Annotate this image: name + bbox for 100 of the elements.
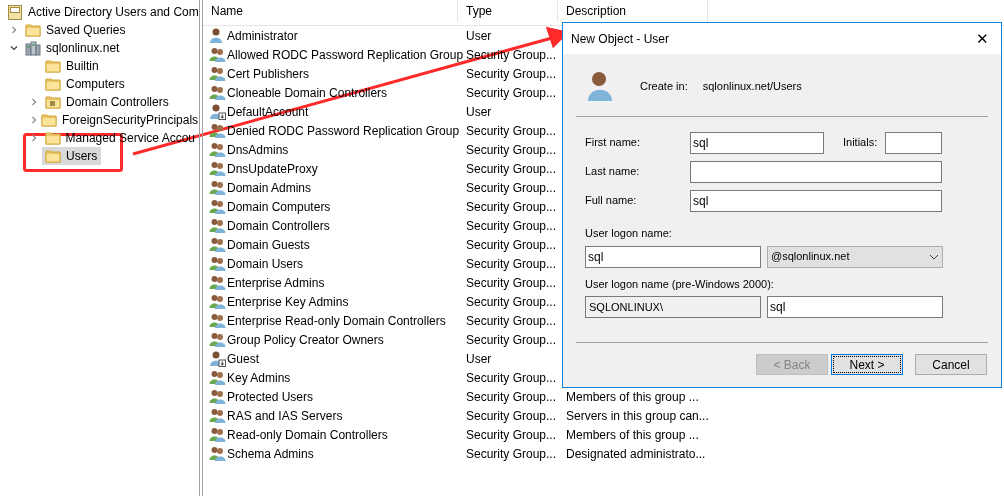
description-cell: Members of this group ... — [566, 427, 699, 442]
user-with-arrow-icon — [209, 103, 226, 120]
user-group-icon — [209, 313, 226, 328]
user-group-icon — [209, 256, 226, 271]
folder-icon — [45, 149, 61, 163]
dialog-title: New Object - User — [571, 30, 670, 48]
name-cell[interactable]: Enterprise Admins — [227, 273, 325, 292]
user-group-icon — [209, 199, 226, 214]
name-cell[interactable]: Enterprise Key Admins — [227, 292, 349, 311]
type-cell: Security Group... — [466, 66, 557, 81]
type-cell: Security Group... — [466, 370, 557, 385]
name-cell[interactable]: Domain Computers — [227, 197, 331, 216]
type-cell: Security Group... — [466, 237, 557, 252]
user-group-icon — [209, 85, 226, 100]
type-cell: User — [466, 104, 492, 119]
type-cell: Security Group... — [466, 218, 557, 233]
logon-name-field[interactable]: sql — [585, 245, 761, 268]
folder-with-document-icon — [45, 95, 61, 109]
dialog-button[interactable]: Cancel — [915, 354, 987, 375]
type-cell: User — [466, 28, 492, 43]
user-group-icon — [209, 389, 226, 404]
name-cell[interactable]: Allowed RODC Password Replication Group — [227, 45, 464, 64]
user-group-icon — [209, 446, 226, 461]
type-cell: Security Group... — [466, 180, 557, 195]
name-cell[interactable]: Key Admins — [227, 368, 291, 387]
last-name-field[interactable] — [690, 160, 942, 183]
type-cell: Security Group... — [466, 161, 557, 176]
tree-item[interactable]: Saved Queries — [22, 21, 130, 39]
user-group-icon — [209, 142, 226, 157]
tree-item[interactable]: Builtin — [42, 57, 103, 75]
field-label: First name: — [585, 135, 641, 151]
tree-item-label: Users — [66, 148, 98, 165]
first-name-field[interactable]: sql — [690, 131, 824, 154]
name-cell[interactable]: Schema Admins — [227, 444, 314, 463]
name-cell[interactable]: Enterprise Read-only Domain Controllers — [227, 311, 446, 330]
folder-icon — [45, 59, 61, 73]
chevron-down-icon[interactable] — [10, 44, 18, 52]
name-cell[interactable]: Administrator — [227, 26, 298, 45]
folder-icon — [45, 77, 61, 91]
description-cell: Servers in this group can... — [566, 408, 709, 423]
chevron-right-icon[interactable] — [10, 26, 18, 34]
type-cell: Security Group... — [466, 275, 557, 290]
type-cell: Security Group... — [466, 446, 557, 461]
type-cell: Security Group... — [466, 256, 557, 271]
chevron-right-icon[interactable] — [30, 98, 38, 106]
field-label: Full name: — [585, 193, 638, 209]
tree-item-label: Builtin — [66, 58, 99, 75]
name-cell[interactable]: Domain Controllers — [227, 216, 330, 235]
domain-dropdown[interactable]: @sqlonlinux.net — [767, 245, 943, 268]
create-in-path: sqlonlinux.net/Users — [702, 78, 802, 94]
name-cell[interactable]: Cert Publishers — [227, 64, 310, 83]
column-header[interactable]: Type — [458, 0, 558, 22]
field-label: User logon name (pre-Windows 2000): — [585, 276, 775, 292]
create-in-label: Create in: — [640, 78, 688, 94]
name-cell[interactable]: Read-only Domain Controllers — [227, 425, 388, 444]
user-group-icon — [209, 408, 226, 423]
initials-field[interactable] — [885, 131, 942, 154]
name-cell[interactable]: Domain Users — [227, 254, 304, 273]
name-cell[interactable]: RAS and IAS Servers — [227, 406, 343, 425]
tree-item[interactable]: ForeignSecurityPrincipals — [38, 111, 199, 129]
pre-windows-logon-field[interactable]: sql — [767, 296, 943, 318]
chevron-down-icon — [929, 253, 939, 260]
name-cell[interactable]: Domain Guests — [227, 235, 310, 254]
name-cell[interactable]: DnsAdmins — [227, 140, 289, 159]
type-cell: Security Group... — [466, 427, 557, 442]
tree-item[interactable]: Computers — [42, 75, 129, 93]
full-name-field[interactable]: sql — [690, 189, 942, 212]
folder-icon — [41, 113, 57, 127]
user-group-icon — [209, 332, 226, 347]
tree-item[interactable]: sqlonlinux.net — [22, 39, 124, 57]
type-cell: Security Group... — [466, 85, 557, 100]
server-icon — [25, 40, 41, 56]
folder-icon — [25, 23, 41, 37]
name-cell[interactable]: Domain Admins — [227, 178, 312, 197]
tree-item-label: Computers — [66, 76, 125, 93]
name-cell[interactable]: Guest — [227, 349, 259, 368]
column-header[interactable]: Name — [203, 0, 458, 22]
user-group-icon — [209, 66, 226, 81]
chevron-right-icon[interactable] — [30, 116, 38, 124]
tree-item[interactable]: Domain Controllers — [42, 93, 173, 111]
name-cell[interactable]: Denied RODC Password Replication Group — [227, 121, 460, 140]
field-label: Last name: — [585, 164, 641, 180]
user-group-icon — [209, 427, 226, 442]
tree-item-label: sqlonlinux.net — [46, 40, 120, 57]
chevron-right-icon[interactable] — [30, 134, 38, 142]
user-icon — [587, 70, 613, 102]
name-cell[interactable]: Group Policy Creator Owners — [227, 330, 384, 349]
description-cell: Members of this group ... — [566, 389, 699, 404]
name-cell[interactable]: DnsUpdateProxy — [227, 159, 318, 178]
type-cell: Security Group... — [466, 389, 557, 404]
tree-root-label[interactable]: Active Directory Users and Com — [28, 3, 199, 21]
tree-item[interactable]: Users — [42, 147, 102, 165]
name-cell[interactable]: Protected Users — [227, 387, 314, 406]
close-button[interactable]: ✕ — [976, 31, 989, 46]
dialog-button[interactable]: Next > — [831, 354, 903, 375]
user-group-icon — [209, 161, 226, 176]
tree-item-label: ForeignSecurityPrincipals — [62, 112, 199, 129]
console-icon — [8, 4, 22, 20]
tree-item-label: Saved Queries — [46, 22, 126, 39]
field-label: Initials: — [843, 135, 879, 151]
